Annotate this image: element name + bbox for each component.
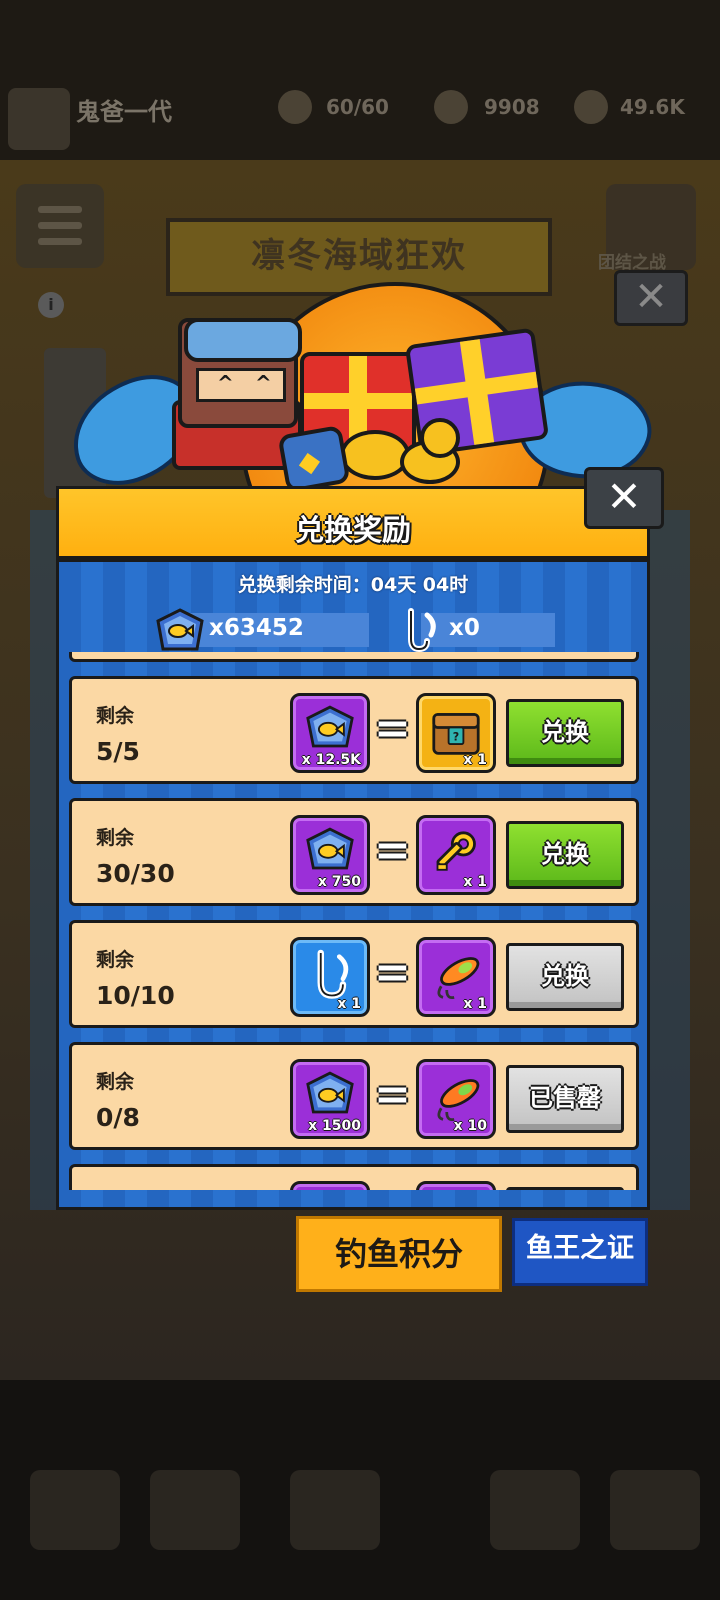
exchange-list[interactable]: 剩余 5/5 x 12.5K = ? x 1 兑换 剩余 30/30 x 750…	[69, 652, 643, 1190]
badge-count: x63452	[209, 615, 304, 641]
menu-button[interactable]	[16, 184, 104, 268]
list-item: 剩余 10/10 x 1 = x 1 兑换	[69, 920, 639, 1028]
fish-badge-icon	[156, 608, 204, 651]
fishing-points-label: 钓鱼积分	[334, 1235, 463, 1273]
currency-value: 9908	[484, 95, 540, 119]
cost-qty: x 1500	[308, 1118, 361, 1134]
list-item: 剩余	[69, 1164, 639, 1190]
list-item: 剩余 0/8 x 1500 = x 10 已售罄	[69, 1042, 639, 1150]
stamina-value: 60/60	[326, 95, 389, 119]
currency-icon	[434, 90, 468, 124]
reward-tile: x 1	[416, 815, 496, 895]
remaining-label: 剩余	[96, 705, 135, 727]
reward-tile: ? x 1	[416, 693, 496, 773]
coin-icon	[420, 418, 460, 458]
reward-qty: x 10	[453, 1118, 487, 1134]
nav-icon-3[interactable]	[290, 1470, 380, 1550]
svg-text:?: ?	[453, 730, 459, 743]
nav-icon-1[interactable]	[30, 1470, 120, 1550]
top-bar	[0, 0, 720, 160]
event-title: 凛冬海域狂欢	[251, 236, 467, 276]
cost-qty: x 750	[317, 874, 361, 890]
reward-tile	[416, 1181, 496, 1190]
cost-qty: x 1	[337, 996, 361, 1012]
cost-tile	[290, 1181, 370, 1190]
avatar[interactable]	[8, 88, 70, 150]
sold-out-button[interactable]: 已售罄	[506, 1065, 624, 1133]
remaining-label: 剩余	[96, 1071, 135, 1093]
character-face: ^ ^	[196, 368, 286, 402]
remaining-value: 0/8	[96, 1103, 140, 1132]
equals-sign: =	[374, 703, 411, 754]
reward-tile: x 10	[416, 1059, 496, 1139]
exchange-button-disabled[interactable]: 兑换	[506, 943, 624, 1011]
gold-value: 49.6K	[620, 95, 685, 119]
coin-icon	[340, 430, 410, 480]
modal-body: 兑换剩余时间：04天 04时 x63452 x0 剩余 5/5 x 12.5K …	[56, 562, 650, 1210]
fishing-points-tab[interactable]: 钓鱼积分	[296, 1216, 502, 1292]
reward-qty: x 1	[463, 996, 487, 1012]
list-item: 剩余 5/5 x 12.5K = ? x 1 兑换	[69, 676, 639, 784]
list-item: 剩余 30/30 x 750 = x 1 兑换	[69, 798, 639, 906]
info-icon[interactable]: i	[38, 292, 64, 318]
cost-tile: x 750	[290, 815, 370, 895]
reward-tile: x 1	[416, 937, 496, 1017]
equals-sign: =	[374, 947, 411, 998]
reward-qty: x 1	[463, 874, 487, 890]
nav-icon-2[interactable]	[150, 1470, 240, 1550]
currency-row: x63452 x0	[59, 607, 653, 653]
fish-king-certificate-tab[interactable]: 鱼王之证	[512, 1218, 648, 1286]
nav-icon-5[interactable]	[610, 1470, 700, 1550]
gold-icon	[574, 90, 608, 124]
list-item	[69, 652, 639, 662]
equals-sign: =	[374, 1069, 411, 1120]
stamina-icon	[278, 90, 312, 124]
exchange-modal: 兑换奖励 兑换剩余时间：04天 04时 x63452 x0 剩余 5/5 x 1…	[56, 486, 650, 1210]
remaining-label: 剩余	[96, 1189, 134, 1190]
equals-sign: =	[374, 825, 411, 876]
remaining-value: 10/10	[96, 981, 175, 1010]
cost-tile: x 1	[290, 937, 370, 1017]
player-name: 鬼爸一代	[76, 98, 172, 126]
cost-qty: x 12.5K	[301, 752, 361, 768]
remaining-label: 剩余	[96, 827, 135, 849]
exchange-button[interactable]: 兑换	[506, 821, 624, 889]
exchange-button[interactable]: 兑换	[506, 699, 624, 767]
nav-icon-4[interactable]	[490, 1470, 580, 1550]
remaining-value: 30/30	[96, 859, 175, 888]
background-close-icon: ✕	[614, 270, 688, 326]
remaining-label: 剩余	[96, 949, 135, 971]
remaining-value: 5/5	[96, 737, 140, 766]
exchange-button[interactable]	[506, 1187, 624, 1190]
reward-qty: x 1	[463, 752, 487, 768]
fishing-hook-icon	[408, 608, 436, 653]
fish-king-certificate-label: 鱼王之证	[526, 1233, 634, 1264]
modal-title: 兑换奖励	[294, 513, 411, 547]
cost-tile: x 12.5K	[290, 693, 370, 773]
fish-badge-icon: ◆	[277, 424, 351, 494]
character-goggles	[184, 318, 302, 362]
modal-header: 兑换奖励	[56, 486, 650, 562]
hook-count: x0	[449, 615, 480, 641]
exchange-timer: 兑换剩余时间：04天 04时	[237, 574, 469, 596]
close-icon[interactable]: ✕	[584, 467, 664, 529]
cost-tile: x 1500	[290, 1059, 370, 1139]
